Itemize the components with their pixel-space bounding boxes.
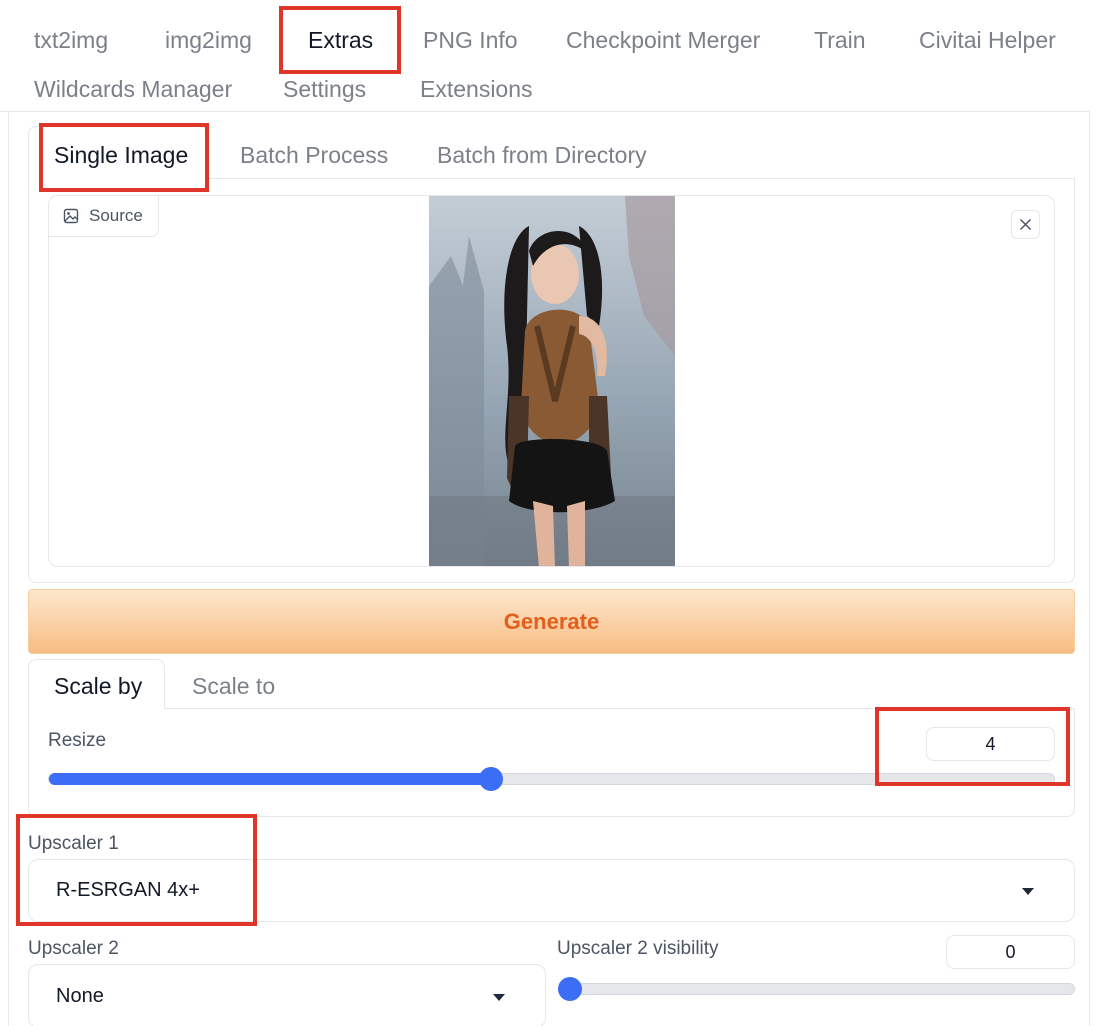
tab-single-image[interactable]: Single Image: [54, 144, 188, 167]
generate-button[interactable]: Generate: [28, 589, 1075, 654]
source-image-preview: [429, 196, 675, 566]
image-icon: [63, 208, 79, 224]
tab-txt2img[interactable]: txt2img: [34, 29, 108, 52]
tab-scale-by[interactable]: Scale by: [54, 675, 142, 698]
scale-by-block: [28, 708, 1075, 817]
upscaler1-dropdown[interactable]: R-ESRGAN 4x+: [28, 859, 1075, 922]
source-label: Source: [49, 196, 159, 237]
upscaler2-visibility-input[interactable]: 0: [946, 935, 1075, 969]
tab-extensions[interactable]: Extensions: [420, 78, 533, 101]
tab-img2img[interactable]: img2img: [165, 29, 252, 52]
upscaler2-value: None: [56, 984, 104, 1007]
upscaler2-visibility-label: Upscaler 2 visibility: [557, 938, 719, 959]
tab-settings[interactable]: Settings: [283, 78, 366, 101]
source-image-dropzone[interactable]: Source: [48, 195, 1055, 567]
tab-batch-from-directory[interactable]: Batch from Directory: [437, 144, 647, 167]
upscaler2-visibility-slider-thumb[interactable]: [558, 977, 582, 1001]
tab-extras[interactable]: Extras: [308, 29, 373, 52]
main-tab-bar: txt2img img2img Extras PNG Info Checkpoi…: [0, 0, 1090, 112]
tab-civitai-helper[interactable]: Civitai Helper: [919, 29, 1056, 52]
chevron-down-icon: [1022, 888, 1034, 895]
resize-slider-fill: [49, 773, 492, 785]
upscaler1-value: R-ESRGAN 4x+: [56, 879, 200, 901]
resize-slider-track[interactable]: [48, 773, 1055, 785]
resize-number-input[interactable]: 4: [926, 727, 1055, 761]
upscaler2-label: Upscaler 2: [28, 938, 119, 959]
upscaler1-label: Upscaler 1: [28, 833, 119, 854]
tab-scale-to[interactable]: Scale to: [192, 675, 275, 698]
tab-wildcards-manager[interactable]: Wildcards Manager: [34, 78, 232, 101]
resize-slider-thumb[interactable]: [479, 767, 503, 791]
tab-png-info[interactable]: PNG Info: [423, 29, 518, 52]
upscaler2-visibility-slider-track[interactable]: [570, 983, 1075, 995]
close-icon: [1019, 218, 1032, 231]
tab-train[interactable]: Train: [814, 29, 866, 52]
upscaler2-dropdown[interactable]: None: [28, 964, 546, 1026]
tab-batch-process[interactable]: Batch Process: [240, 144, 388, 167]
source-label-text: Source: [89, 206, 143, 225]
resize-label: Resize: [48, 730, 107, 751]
chevron-down-icon: [493, 994, 505, 1001]
tab-checkpoint-merger[interactable]: Checkpoint Merger: [566, 29, 760, 52]
clear-image-button[interactable]: [1011, 210, 1040, 239]
